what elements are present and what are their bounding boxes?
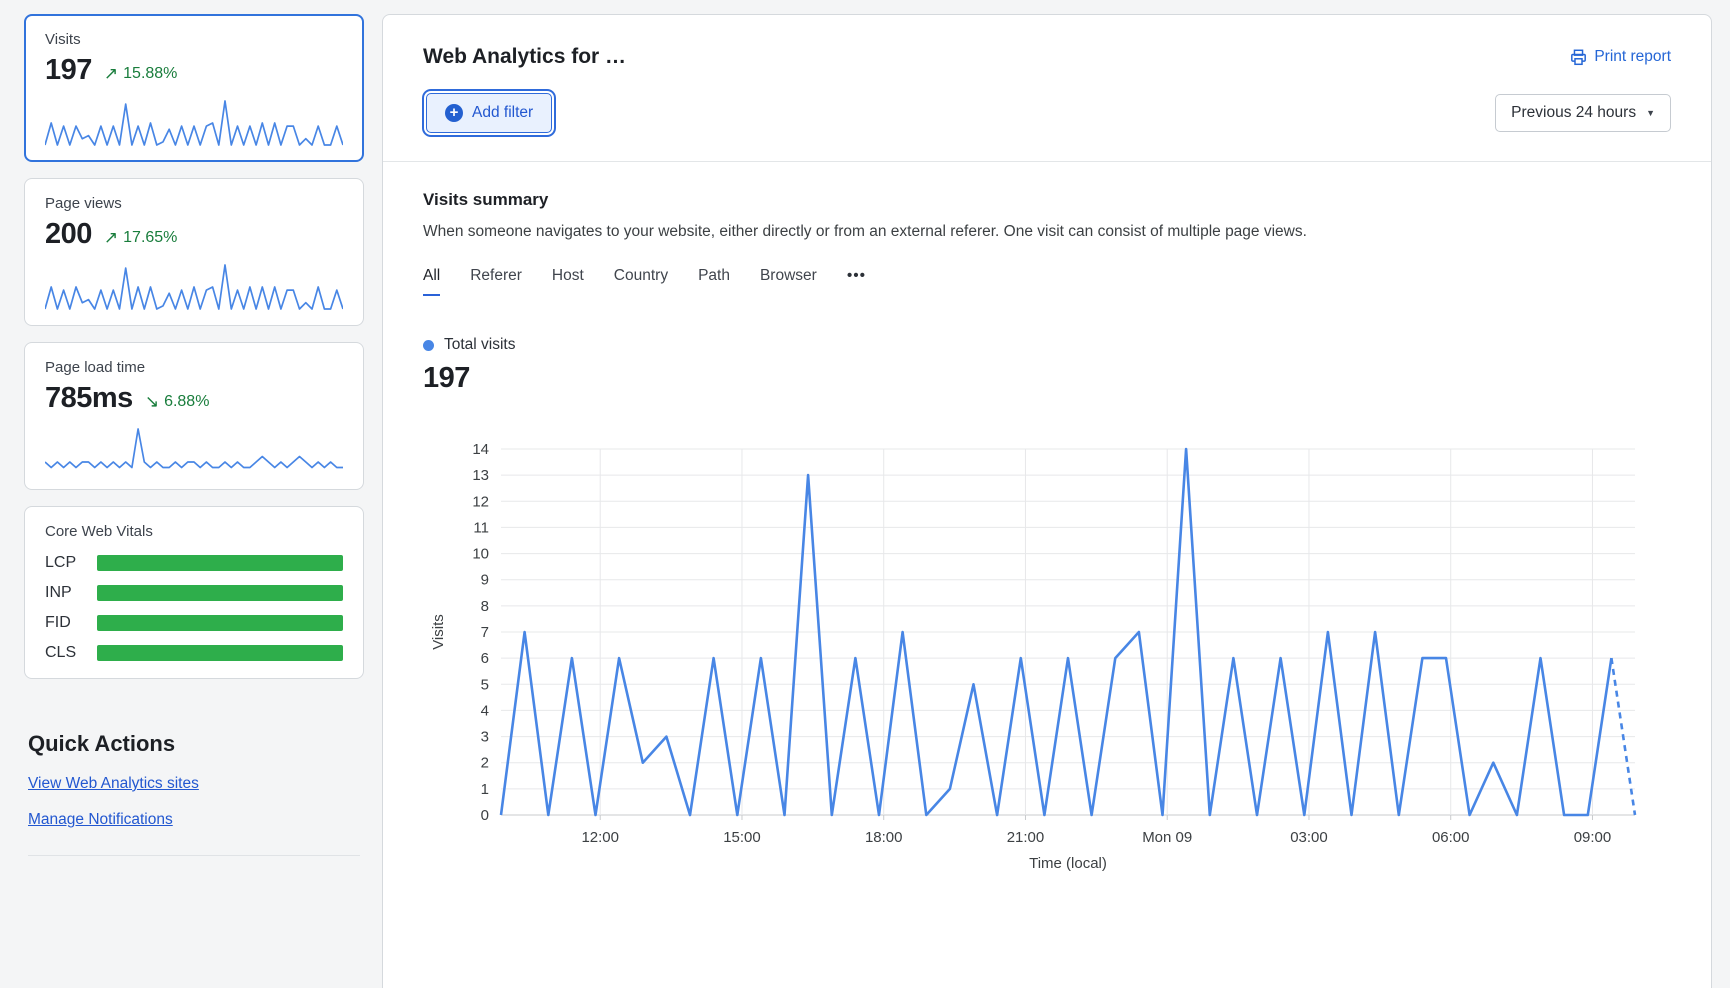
card-value: 200 [45, 218, 92, 251]
page-title: Web Analytics for … [423, 45, 626, 69]
add-filter-label: Add filter [472, 104, 533, 122]
svg-text:Visits: Visits [430, 614, 447, 650]
chevron-down-icon: ▼ [1646, 108, 1655, 118]
add-filter-button[interactable]: + Add filter [426, 93, 552, 133]
print-report-label: Print report [1594, 48, 1671, 66]
cwv-label: INP [45, 584, 97, 602]
card-title: Page views [45, 195, 343, 212]
print-icon [1570, 49, 1587, 66]
svg-text:13: 13 [472, 467, 489, 484]
svg-text:21:00: 21:00 [1007, 829, 1045, 846]
tab-path[interactable]: Path [698, 267, 730, 296]
svg-text:Time (local): Time (local) [1029, 855, 1107, 872]
card-title: Page load time [45, 359, 343, 376]
print-report-link[interactable]: Print report [1570, 48, 1671, 66]
svg-text:8: 8 [481, 598, 489, 615]
cwv-row-inp: INP [45, 584, 343, 602]
svg-text:3: 3 [481, 729, 489, 746]
svg-text:15:00: 15:00 [723, 829, 761, 846]
metric-card-visits[interactable]: Visits 197 ↗ 15.88% [24, 14, 364, 162]
svg-text:1: 1 [481, 781, 489, 798]
svg-text:6: 6 [481, 650, 489, 667]
visits-summary-section: Visits summary When someone navigates to… [383, 162, 1711, 886]
cwv-bar-good [97, 555, 343, 571]
trend-value: 6.88% [164, 393, 209, 411]
time-range-dropdown[interactable]: Previous 24 hours ▼ [1495, 94, 1671, 132]
tab-country[interactable]: Country [614, 267, 668, 296]
metric-card-page-views[interactable]: Page views 200 ↗ 17.65% [24, 178, 364, 326]
tab-referer[interactable]: Referer [470, 267, 522, 296]
svg-text:5: 5 [481, 676, 489, 693]
cwv-label: FID [45, 614, 97, 632]
total-visits-value: 197 [423, 362, 1671, 395]
svg-text:4: 4 [481, 702, 489, 719]
svg-text:9: 9 [481, 572, 489, 589]
quick-actions-title: Quick Actions [28, 731, 360, 757]
trend-value: 15.88% [123, 65, 177, 83]
chart-legend: Total visits [423, 336, 1671, 354]
legend-label: Total visits [444, 336, 516, 354]
tab-all[interactable]: All [423, 267, 440, 296]
cwv-row-fid: FID [45, 614, 343, 632]
page: Visits 197 ↗ 15.88% Page views 200 ↗ 17.… [0, 0, 1730, 988]
legend-dot-icon [423, 340, 434, 351]
cwv-bar-good [97, 585, 343, 601]
svg-text:2: 2 [481, 755, 489, 772]
dimension-tabs: All Referer Host Country Path Browser ••… [423, 267, 1671, 296]
card-title: Visits [45, 31, 343, 48]
svg-text:10: 10 [472, 546, 489, 563]
svg-text:Mon 09: Mon 09 [1142, 829, 1192, 846]
trend: ↗ 17.65% [104, 228, 178, 248]
visits-line-chart: 0123456789101112131412:0015:0018:0021:00… [423, 433, 1663, 881]
svg-text:18:00: 18:00 [865, 829, 903, 846]
card-title: Core Web Vitals [45, 523, 343, 540]
cwv-bar-good [97, 645, 343, 661]
more-tabs-ellipsis-icon[interactable]: ••• [847, 267, 866, 296]
quick-actions: Quick Actions View Web Analytics sites M… [24, 731, 364, 856]
svg-text:09:00: 09:00 [1574, 829, 1612, 846]
analytics-panel: Web Analytics for … Print report + Add f… [382, 14, 1712, 988]
svg-text:14: 14 [472, 441, 489, 458]
svg-text:12:00: 12:00 [581, 829, 619, 846]
trend-up-icon: ↗ [104, 228, 118, 248]
plus-circle-icon: + [445, 104, 463, 122]
svg-text:03:00: 03:00 [1290, 829, 1328, 846]
svg-text:0: 0 [481, 807, 489, 824]
svg-text:12: 12 [472, 493, 489, 510]
svg-text:11: 11 [473, 519, 489, 536]
core-web-vitals-rows: LCP INP FID CLS [45, 554, 343, 662]
sidebar-divider [28, 855, 360, 856]
section-description: When someone navigates to your website, … [423, 223, 1671, 241]
visits-sparkline [45, 97, 343, 147]
metric-card-core-web-vitals[interactable]: Core Web Vitals LCP INP FID CLS [24, 506, 364, 679]
metric-card-page-load-time[interactable]: Page load time 785ms ↘ 6.88% [24, 342, 364, 490]
svg-text:06:00: 06:00 [1432, 829, 1470, 846]
trend-value: 17.65% [123, 229, 177, 247]
cwv-row-cls: CLS [45, 644, 343, 662]
chart-container: 0123456789101112131412:0015:0018:0021:00… [423, 433, 1671, 886]
cwv-row-lcp: LCP [45, 554, 343, 572]
trend: ↘ 6.88% [145, 392, 210, 412]
tab-browser[interactable]: Browser [760, 267, 817, 296]
card-value: 785ms [45, 382, 133, 415]
time-range-label: Previous 24 hours [1511, 104, 1636, 122]
trend-down-icon: ↘ [145, 392, 159, 412]
view-web-analytics-sites-link[interactable]: View Web Analytics sites [28, 775, 199, 793]
card-value: 197 [45, 54, 92, 87]
cwv-label: LCP [45, 554, 97, 572]
panel-header: Web Analytics for … Print report + Add f… [383, 15, 1711, 161]
cwv-label: CLS [45, 644, 97, 662]
metrics-sidebar: Visits 197 ↗ 15.88% Page views 200 ↗ 17.… [24, 14, 364, 988]
svg-text:7: 7 [481, 624, 489, 641]
trend: ↗ 15.88% [104, 64, 178, 84]
manage-notifications-link[interactable]: Manage Notifications [28, 811, 173, 829]
cwv-bar-good [97, 615, 343, 631]
page-load-sparkline [45, 425, 343, 475]
section-title: Visits summary [423, 190, 1671, 210]
trend-up-icon: ↗ [104, 64, 118, 84]
tab-host[interactable]: Host [552, 267, 584, 296]
page-views-sparkline [45, 261, 343, 311]
